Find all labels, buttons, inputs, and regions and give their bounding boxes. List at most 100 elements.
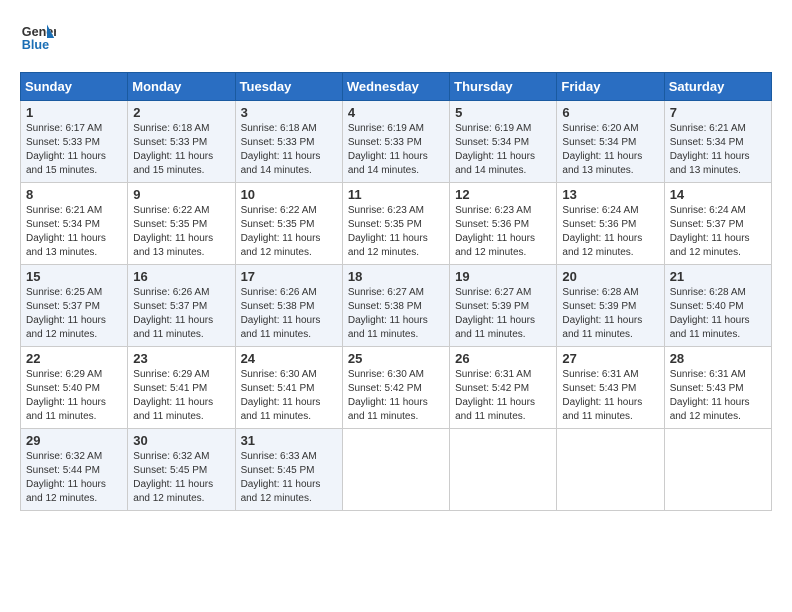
cell-info: Sunrise: 6:31 AMSunset: 5:42 PMDaylight:…: [455, 369, 535, 422]
calendar-cell: 14 Sunrise: 6:24 AMSunset: 5:37 PMDayligh…: [664, 183, 771, 265]
col-header-thursday: Thursday: [450, 73, 557, 101]
cell-info: Sunrise: 6:21 AMSunset: 5:34 PMDaylight:…: [26, 205, 106, 258]
cell-info: Sunrise: 6:22 AMSunset: 5:35 PMDaylight:…: [241, 205, 321, 258]
day-number: 7: [670, 105, 766, 120]
cell-info: Sunrise: 6:29 AMSunset: 5:41 PMDaylight:…: [133, 369, 213, 422]
cell-info: Sunrise: 6:23 AMSunset: 5:36 PMDaylight:…: [455, 205, 535, 258]
day-number: 12: [455, 187, 551, 202]
day-number: 11: [348, 187, 444, 202]
cell-info: Sunrise: 6:19 AMSunset: 5:34 PMDaylight:…: [455, 123, 535, 176]
cell-info: Sunrise: 6:27 AMSunset: 5:39 PMDaylight:…: [455, 287, 535, 340]
calendar-header-row: SundayMondayTuesdayWednesdayThursdayFrid…: [21, 73, 772, 101]
calendar-cell: 1 Sunrise: 6:17 AMSunset: 5:33 PMDaylight…: [21, 101, 128, 183]
calendar-cell: 19 Sunrise: 6:27 AMSunset: 5:39 PMDayligh…: [450, 265, 557, 347]
day-number: 28: [670, 351, 766, 366]
cell-info: Sunrise: 6:18 AMSunset: 5:33 PMDaylight:…: [133, 123, 213, 176]
calendar-cell: 10 Sunrise: 6:22 AMSunset: 5:35 PMDayligh…: [235, 183, 342, 265]
cell-info: Sunrise: 6:33 AMSunset: 5:45 PMDaylight:…: [241, 451, 321, 504]
day-number: 10: [241, 187, 337, 202]
day-number: 8: [26, 187, 122, 202]
cell-info: Sunrise: 6:24 AMSunset: 5:36 PMDaylight:…: [562, 205, 642, 258]
cell-info: Sunrise: 6:30 AMSunset: 5:42 PMDaylight:…: [348, 369, 428, 422]
logo-icon: General Blue: [20, 20, 56, 56]
day-number: 1: [26, 105, 122, 120]
cell-info: Sunrise: 6:19 AMSunset: 5:33 PMDaylight:…: [348, 123, 428, 176]
calendar-cell: [342, 429, 449, 511]
day-number: 9: [133, 187, 229, 202]
day-number: 3: [241, 105, 337, 120]
calendar-cell: 9 Sunrise: 6:22 AMSunset: 5:35 PMDaylight…: [128, 183, 235, 265]
cell-info: Sunrise: 6:32 AMSunset: 5:45 PMDaylight:…: [133, 451, 213, 504]
day-number: 22: [26, 351, 122, 366]
calendar-cell: 21Sunrise: 6:28 AMSunset: 5:40 PMDayligh…: [664, 265, 771, 347]
calendar-cell: 8 Sunrise: 6:21 AMSunset: 5:34 PMDaylight…: [21, 183, 128, 265]
day-number: 21: [670, 269, 766, 284]
calendar-cell: 2 Sunrise: 6:18 AMSunset: 5:33 PMDaylight…: [128, 101, 235, 183]
logo: General Blue: [20, 20, 56, 56]
day-number: 26: [455, 351, 551, 366]
calendar-cell: 26 Sunrise: 6:31 AMSunset: 5:42 PMDayligh…: [450, 347, 557, 429]
day-number: 29: [26, 433, 122, 448]
cell-info: Sunrise: 6:24 AMSunset: 5:37 PMDaylight:…: [670, 205, 750, 258]
day-number: 16: [133, 269, 229, 284]
calendar-cell: 20 Sunrise: 6:28 AMSunset: 5:39 PMDayligh…: [557, 265, 664, 347]
day-number: 13: [562, 187, 658, 202]
cell-info: Sunrise: 6:25 AMSunset: 5:37 PMDaylight:…: [26, 287, 106, 340]
calendar-cell: 30 Sunrise: 6:32 AMSunset: 5:45 PMDayligh…: [128, 429, 235, 511]
cell-info: Sunrise: 6:17 AMSunset: 5:33 PMDaylight:…: [26, 123, 106, 176]
calendar-cell: 5 Sunrise: 6:19 AMSunset: 5:34 PMDaylight…: [450, 101, 557, 183]
day-number: 31: [241, 433, 337, 448]
calendar-week-row: 29 Sunrise: 6:32 AMSunset: 5:44 PMDayligh…: [21, 429, 772, 511]
cell-info: Sunrise: 6:27 AMSunset: 5:38 PMDaylight:…: [348, 287, 428, 340]
calendar-cell: 13 Sunrise: 6:24 AMSunset: 5:36 PMDayligh…: [557, 183, 664, 265]
cell-info: Sunrise: 6:26 AMSunset: 5:38 PMDaylight:…: [241, 287, 321, 340]
calendar-cell: 22 Sunrise: 6:29 AMSunset: 5:40 PMDayligh…: [21, 347, 128, 429]
col-header-sunday: Sunday: [21, 73, 128, 101]
calendar-week-row: 8 Sunrise: 6:21 AMSunset: 5:34 PMDaylight…: [21, 183, 772, 265]
calendar-cell: 7Sunrise: 6:21 AMSunset: 5:34 PMDaylight…: [664, 101, 771, 183]
calendar-cell: 3Sunrise: 6:18 AMSunset: 5:33 PMDaylight…: [235, 101, 342, 183]
cell-info: Sunrise: 6:29 AMSunset: 5:40 PMDaylight:…: [26, 369, 106, 422]
cell-info: Sunrise: 6:31 AMSunset: 5:43 PMDaylight:…: [670, 369, 750, 422]
calendar-cell: 15Sunrise: 6:25 AMSunset: 5:37 PMDayligh…: [21, 265, 128, 347]
calendar-cell: 6Sunrise: 6:20 AMSunset: 5:34 PMDaylight…: [557, 101, 664, 183]
cell-info: Sunrise: 6:20 AMSunset: 5:34 PMDaylight:…: [562, 123, 642, 176]
calendar-cell: 28 Sunrise: 6:31 AMSunset: 5:43 PMDayligh…: [664, 347, 771, 429]
col-header-monday: Monday: [128, 73, 235, 101]
day-number: 5: [455, 105, 551, 120]
day-number: 14: [670, 187, 766, 202]
calendar-cell: 17 Sunrise: 6:26 AMSunset: 5:38 PMDayligh…: [235, 265, 342, 347]
page-header: General Blue: [20, 20, 772, 56]
day-number: 2: [133, 105, 229, 120]
col-header-tuesday: Tuesday: [235, 73, 342, 101]
calendar-cell: 18 Sunrise: 6:27 AMSunset: 5:38 PMDayligh…: [342, 265, 449, 347]
day-number: 17: [241, 269, 337, 284]
calendar-cell: 4 Sunrise: 6:19 AMSunset: 5:33 PMDaylight…: [342, 101, 449, 183]
calendar-cell: [664, 429, 771, 511]
col-header-wednesday: Wednesday: [342, 73, 449, 101]
calendar-week-row: 22 Sunrise: 6:29 AMSunset: 5:40 PMDayligh…: [21, 347, 772, 429]
cell-info: Sunrise: 6:26 AMSunset: 5:37 PMDaylight:…: [133, 287, 213, 340]
day-number: 4: [348, 105, 444, 120]
cell-info: Sunrise: 6:22 AMSunset: 5:35 PMDaylight:…: [133, 205, 213, 258]
calendar-cell: 24Sunrise: 6:30 AMSunset: 5:41 PMDayligh…: [235, 347, 342, 429]
day-number: 19: [455, 269, 551, 284]
cell-info: Sunrise: 6:28 AMSunset: 5:39 PMDaylight:…: [562, 287, 642, 340]
calendar-cell: 11Sunrise: 6:23 AMSunset: 5:35 PMDayligh…: [342, 183, 449, 265]
day-number: 23: [133, 351, 229, 366]
cell-info: Sunrise: 6:31 AMSunset: 5:43 PMDaylight:…: [562, 369, 642, 422]
svg-text:Blue: Blue: [22, 38, 49, 52]
day-number: 18: [348, 269, 444, 284]
calendar-cell: 16 Sunrise: 6:26 AMSunset: 5:37 PMDayligh…: [128, 265, 235, 347]
calendar-cell: 12 Sunrise: 6:23 AMSunset: 5:36 PMDayligh…: [450, 183, 557, 265]
day-number: 20: [562, 269, 658, 284]
calendar-week-row: 15Sunrise: 6:25 AMSunset: 5:37 PMDayligh…: [21, 265, 772, 347]
day-number: 30: [133, 433, 229, 448]
day-number: 25: [348, 351, 444, 366]
calendar-cell: [557, 429, 664, 511]
cell-info: Sunrise: 6:30 AMSunset: 5:41 PMDaylight:…: [241, 369, 321, 422]
cell-info: Sunrise: 6:32 AMSunset: 5:44 PMDaylight:…: [26, 451, 106, 504]
col-header-friday: Friday: [557, 73, 664, 101]
calendar-cell: 29 Sunrise: 6:32 AMSunset: 5:44 PMDayligh…: [21, 429, 128, 511]
calendar-cell: 27Sunrise: 6:31 AMSunset: 5:43 PMDayligh…: [557, 347, 664, 429]
